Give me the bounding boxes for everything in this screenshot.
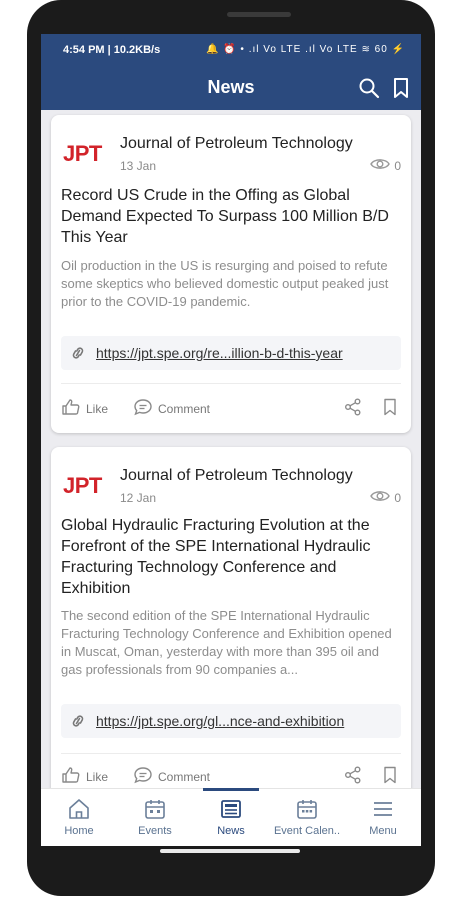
article-link-text[interactable]: https://jpt.spe.org/re...illion-b-d-this… — [96, 345, 343, 361]
menu-icon — [371, 797, 395, 821]
card-actions: Like Comment — [51, 393, 411, 423]
post-date: 13 Jan — [120, 159, 157, 173]
comment-icon — [133, 766, 153, 787]
home-icon — [67, 797, 91, 821]
link-icon — [69, 713, 87, 734]
like-button[interactable]: Like — [61, 398, 108, 419]
article-headline[interactable]: Global Hydraulic Fracturing Evolution at… — [61, 515, 401, 599]
bottom-navigation: Home Events News Event Calen.. Menu — [41, 788, 421, 846]
like-label: Like — [86, 401, 109, 416]
comment-button[interactable]: Comment — [133, 398, 210, 419]
thumbs-up-icon — [61, 398, 81, 419]
comment-button[interactable]: Comment — [133, 766, 210, 787]
eye-icon — [370, 157, 391, 174]
nav-menu[interactable]: Menu — [345, 789, 421, 846]
home-gesture-bar[interactable] — [160, 849, 300, 853]
article-summary: The second edition of the SPE Internatio… — [61, 608, 392, 677]
article-link-text[interactable]: https://jpt.spe.org/gl...nce-and-exhibit… — [96, 713, 344, 729]
nav-news[interactable]: News — [193, 788, 269, 846]
source-name: Journal of Petroleum Technology — [120, 135, 353, 152]
share-icon[interactable] — [344, 398, 362, 416]
news-card[interactable]: JPT Journal of Petroleum Technology 12 J… — [51, 447, 411, 788]
bookmark-article-icon[interactable] — [382, 766, 398, 784]
like-button[interactable]: Like — [61, 766, 108, 787]
share-icon[interactable] — [344, 766, 362, 784]
source-name: Journal of Petroleum Technology — [120, 467, 353, 484]
app-screen: 4:54 PM | 10.2KB/s 🔔 ⏰ • .ıl Vo LTE .ıl … — [41, 34, 421, 846]
view-count: 0 — [370, 157, 401, 174]
thumbs-up-icon — [61, 766, 81, 787]
news-icon — [219, 797, 243, 821]
like-label: Like — [86, 769, 109, 784]
event-calendar-icon — [295, 797, 319, 821]
nav-event-calendar-label: Event Calen.. — [273, 825, 341, 837]
nav-home[interactable]: Home — [41, 789, 117, 846]
source-logo: JPT — [63, 473, 102, 498]
nav-news-label: News — [217, 825, 245, 837]
view-count-value: 0 — [394, 490, 401, 505]
nav-event-calendar[interactable]: Event Calen.. — [269, 789, 345, 846]
view-count: 0 — [370, 489, 401, 506]
nav-events[interactable]: Events — [117, 789, 193, 846]
view-count-value: 0 — [394, 158, 401, 173]
news-feed[interactable]: JPT Journal of Petroleum Technology 13 J… — [41, 110, 421, 788]
source-logo: JPT — [63, 141, 102, 166]
calendar-icon — [143, 797, 167, 821]
nav-home-label: Home — [64, 825, 94, 837]
article-summary: Oil production in the US is resurging an… — [61, 258, 389, 309]
app-bar: News — [41, 66, 421, 110]
article-headline[interactable]: Record US Crude in the Offing as Global … — [61, 185, 401, 248]
bookmark-article-icon[interactable] — [382, 398, 398, 416]
article-link[interactable]: https://jpt.spe.org/re...illion-b-d-this… — [61, 336, 401, 370]
card-actions: Like Comment — [51, 761, 411, 788]
link-icon — [69, 345, 87, 366]
nav-menu-label: Menu — [369, 825, 397, 837]
phone-speaker — [227, 12, 291, 17]
status-bar: 4:54 PM | 10.2KB/s 🔔 ⏰ • .ıl Vo LTE .ıl … — [41, 34, 421, 66]
article-link[interactable]: https://jpt.spe.org/gl...nce-and-exhibit… — [61, 704, 401, 738]
active-tab-indicator — [203, 788, 259, 791]
nav-events-label: Events — [138, 825, 172, 837]
comment-icon — [133, 398, 153, 419]
eye-icon — [370, 489, 391, 506]
search-icon[interactable] — [357, 76, 381, 100]
bookmark-icon[interactable] — [389, 76, 413, 100]
card-divider — [61, 383, 401, 384]
status-indicators: 🔔 ⏰ • .ıl Vo LTE .ıl Vo LTE ≋ 60 ⚡ — [205, 44, 405, 55]
status-time: 4:54 PM | 10.2KB/s — [63, 44, 161, 56]
news-card[interactable]: JPT Journal of Petroleum Technology 13 J… — [51, 115, 411, 433]
card-divider — [61, 753, 401, 754]
comment-label: Comment — [158, 769, 211, 784]
comment-label: Comment — [158, 401, 211, 416]
post-date: 12 Jan — [120, 491, 157, 505]
